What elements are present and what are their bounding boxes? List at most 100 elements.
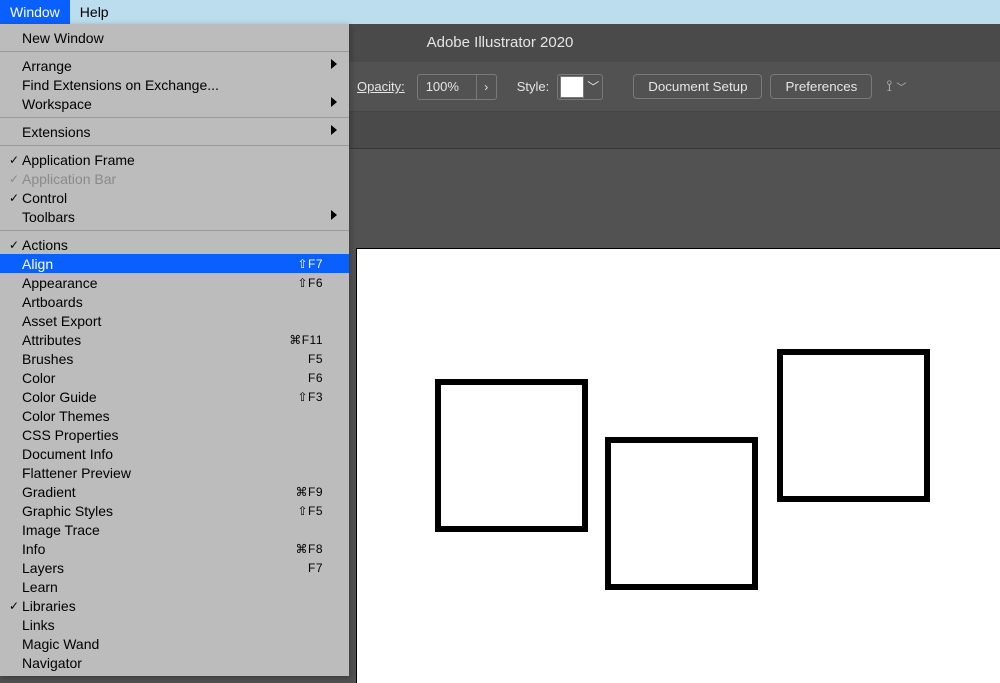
menu-item-label: Gradient [22, 484, 295, 500]
menu-shortcut: ⌘F8 [295, 542, 323, 556]
menu-item-label: Graphic Styles [22, 503, 297, 519]
menu-item-gradient[interactable]: Gradient⌘F9 [0, 482, 349, 501]
check-icon: ✓ [6, 153, 22, 167]
check-icon: ✓ [6, 172, 22, 186]
menu-shortcut: ⌘F11 [289, 333, 323, 347]
menu-item-new-window[interactable]: New Window [0, 28, 349, 47]
style-label: Style: [517, 79, 550, 94]
menu-item-label: Flattener Preview [22, 465, 323, 481]
menu-help[interactable]: Help [70, 0, 119, 24]
menu-shortcut: ⇧F5 [297, 504, 323, 518]
menu-item-label: Arrange [22, 58, 323, 74]
menu-item-label: Magic Wand [22, 636, 323, 652]
rectangle-shape[interactable] [777, 349, 930, 502]
menu-item-label: Info [22, 541, 295, 557]
menu-item-application-frame[interactable]: ✓Application Frame [0, 150, 349, 169]
menu-item-label: Links [22, 617, 323, 633]
opacity-field[interactable]: 100% › [417, 74, 497, 100]
menu-item-application-bar: ✓Application Bar [0, 169, 349, 188]
menu-shortcut: ⇧F7 [297, 257, 323, 271]
menu-item-info[interactable]: Info⌘F8 [0, 539, 349, 558]
preferences-button[interactable]: Preferences [770, 74, 872, 99]
opacity-value: 100% [418, 79, 476, 94]
menu-item-extensions[interactable]: Extensions [0, 122, 349, 141]
menu-item-actions[interactable]: ✓Actions [0, 235, 349, 254]
submenu-arrow-icon [323, 210, 337, 223]
chevron-down-icon[interactable]: ﹀ [584, 78, 602, 95]
chevron-down-icon: ﹀ [896, 79, 906, 94]
menu-item-label: Libraries [22, 598, 323, 614]
menu-item-label: Color [22, 370, 308, 386]
chevron-right-icon[interactable]: › [476, 75, 496, 99]
menu-item-asset-export[interactable]: Asset Export [0, 311, 349, 330]
menu-item-image-trace[interactable]: Image Trace [0, 520, 349, 539]
menu-item-label: Actions [22, 237, 323, 253]
menu-item-appearance[interactable]: Appearance⇧F6 [0, 273, 349, 292]
submenu-arrow-icon [323, 97, 337, 110]
menu-item-label: Artboards [22, 294, 323, 310]
menu-shortcut: ⇧F3 [297, 390, 323, 404]
menu-item-label: Layers [22, 560, 308, 576]
menu-item-artboards[interactable]: Artboards [0, 292, 349, 311]
menu-shortcut: F6 [308, 371, 323, 385]
menu-item-label: Application Bar [22, 171, 323, 187]
menu-item-label: Appearance [22, 275, 297, 291]
menu-item-label: Learn [22, 579, 323, 595]
rectangle-shape[interactable] [605, 437, 758, 590]
menu-item-color-guide[interactable]: Color Guide⇧F3 [0, 387, 349, 406]
menu-item-magic-wand[interactable]: Magic Wand [0, 634, 349, 653]
menu-item-label: Image Trace [22, 522, 323, 538]
menu-item-label: New Window [22, 30, 323, 46]
menu-item-color-themes[interactable]: Color Themes [0, 406, 349, 425]
check-icon: ✓ [6, 238, 22, 252]
opacity-label: Opacity: [357, 79, 405, 94]
style-dropdown[interactable]: ﹀ [557, 74, 603, 100]
menu-item-label: Align [22, 256, 297, 272]
menu-item-graphic-styles[interactable]: Graphic Styles⇧F5 [0, 501, 349, 520]
menu-shortcut: F7 [308, 561, 323, 575]
menu-item-flattener-preview[interactable]: Flattener Preview [0, 463, 349, 482]
menu-item-links[interactable]: Links [0, 615, 349, 634]
menu-item-toolbars[interactable]: Toolbars [0, 207, 349, 226]
menu-shortcut: ⌘F9 [295, 485, 323, 499]
style-swatch [560, 76, 584, 98]
menu-item-navigator[interactable]: Navigator [0, 653, 349, 672]
document-setup-button[interactable]: Document Setup [633, 74, 762, 99]
menu-item-label: Color Themes [22, 408, 323, 424]
menu-item-label: Extensions [22, 124, 323, 140]
menu-item-label: Attributes [22, 332, 289, 348]
submenu-arrow-icon [323, 59, 337, 72]
menu-item-control[interactable]: ✓Control [0, 188, 349, 207]
menu-item-align[interactable]: Align⇧F7 [0, 254, 349, 273]
menu-item-label: Document Info [22, 446, 323, 462]
menu-item-label: CSS Properties [22, 427, 323, 443]
menu-item-label: Brushes [22, 351, 308, 367]
menu-item-layers[interactable]: LayersF7 [0, 558, 349, 577]
menu-item-find-extensions-on-exchange[interactable]: Find Extensions on Exchange... [0, 75, 349, 94]
menu-item-label: Color Guide [22, 389, 297, 405]
menu-item-label: Workspace [22, 96, 323, 112]
rectangle-shape[interactable] [435, 379, 588, 532]
menu-item-attributes[interactable]: Attributes⌘F11 [0, 330, 349, 349]
menu-item-label: Control [22, 190, 323, 206]
menu-item-label: Find Extensions on Exchange... [22, 77, 323, 93]
menu-item-brushes[interactable]: BrushesF5 [0, 349, 349, 368]
pin-menu[interactable]: ⟟ ﹀ [886, 78, 906, 96]
menu-item-arrange[interactable]: Arrange [0, 56, 349, 75]
check-icon: ✓ [6, 191, 22, 205]
artboard[interactable] [357, 249, 1000, 683]
menu-item-libraries[interactable]: ✓Libraries [0, 596, 349, 615]
menu-item-workspace[interactable]: Workspace [0, 94, 349, 113]
menu-item-color[interactable]: ColorF6 [0, 368, 349, 387]
window-menu-dropdown[interactable]: New Window Arrange Find Extensions on Exch… [0, 24, 349, 676]
menu-item-label: Navigator [22, 655, 323, 671]
menu-item-learn[interactable]: Learn [0, 577, 349, 596]
canvas-area[interactable] [349, 149, 1000, 683]
check-icon: ✓ [6, 599, 22, 613]
menu-item-label: Application Frame [22, 152, 323, 168]
menu-window[interactable]: Window [0, 0, 70, 24]
menu-item-label: Asset Export [22, 313, 323, 329]
menu-item-document-info[interactable]: Document Info [0, 444, 349, 463]
menu-shortcut: ⇧F6 [297, 276, 323, 290]
menu-item-css-properties[interactable]: CSS Properties [0, 425, 349, 444]
